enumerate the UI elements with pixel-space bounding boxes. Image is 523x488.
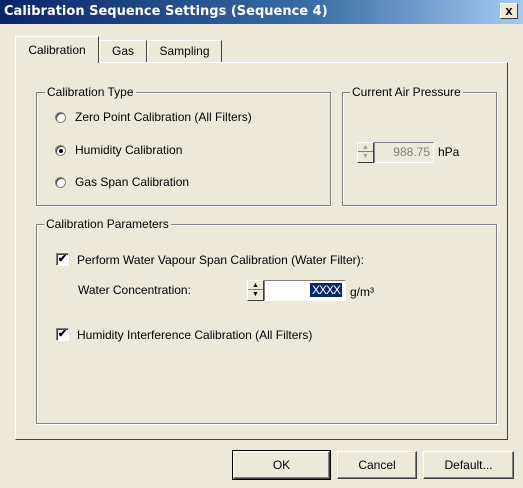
tab-calibration[interactable]: Calibration: [15, 36, 99, 63]
check-icon: ✔: [57, 253, 68, 265]
water-concentration-input[interactable]: XXXX: [264, 280, 346, 301]
air-pressure-unit: hPa: [438, 145, 460, 159]
window-title: Calibration Sequence Settings (Sequence …: [4, 4, 328, 19]
water-concentration-label: Water Concentration:: [78, 283, 191, 297]
air-pressure-spinner: ▲ ▼: [357, 142, 374, 163]
radio-humidity-label[interactable]: Humidity Calibration: [75, 143, 182, 157]
radio-humidity[interactable]: [55, 145, 66, 156]
water-vapour-span-label[interactable]: Perform Water Vapour Span Calibration (W…: [77, 253, 364, 267]
radio-zero-point[interactable]: [55, 112, 66, 123]
close-button[interactable]: x: [500, 3, 518, 19]
spin-up-icon: ▲: [358, 143, 373, 152]
air-pressure-field: 988.75: [374, 142, 434, 163]
humidity-interference-checkbox[interactable]: ✔: [56, 328, 69, 341]
radio-gas-span-label[interactable]: Gas Span Calibration: [75, 175, 189, 189]
ok-button[interactable]: OK: [232, 450, 331, 480]
check-icon: ✔: [57, 328, 68, 340]
cancel-button[interactable]: Cancel: [337, 451, 417, 479]
water-concentration-unit: g/m³: [350, 285, 374, 299]
tab-gas[interactable]: Gas: [99, 40, 147, 62]
default-button[interactable]: Default...: [423, 451, 514, 479]
spin-down-icon[interactable]: ▼: [248, 290, 263, 299]
radio-selected-dot: [59, 149, 63, 153]
close-icon: x: [505, 3, 513, 18]
water-concentration-spinner[interactable]: ▲ ▼: [247, 280, 264, 301]
air-pressure-legend: Current Air Pressure: [350, 85, 463, 99]
humidity-interference-label[interactable]: Humidity Interference Calibration (All F…: [77, 328, 312, 342]
water-vapour-span-checkbox[interactable]: ✔: [56, 253, 69, 266]
calibration-parameters-legend: Calibration Parameters: [44, 217, 171, 231]
spin-down-icon: ▼: [362, 153, 369, 160]
spin-up-icon[interactable]: ▲: [248, 281, 263, 290]
calibration-type-legend: Calibration Type: [45, 85, 136, 99]
tab-sampling[interactable]: Sampling: [147, 40, 222, 62]
radio-gas-span[interactable]: [55, 177, 66, 188]
radio-zero-point-label[interactable]: Zero Point Calibration (All Filters): [75, 110, 252, 124]
water-concentration-value: XXXX: [309, 283, 342, 297]
